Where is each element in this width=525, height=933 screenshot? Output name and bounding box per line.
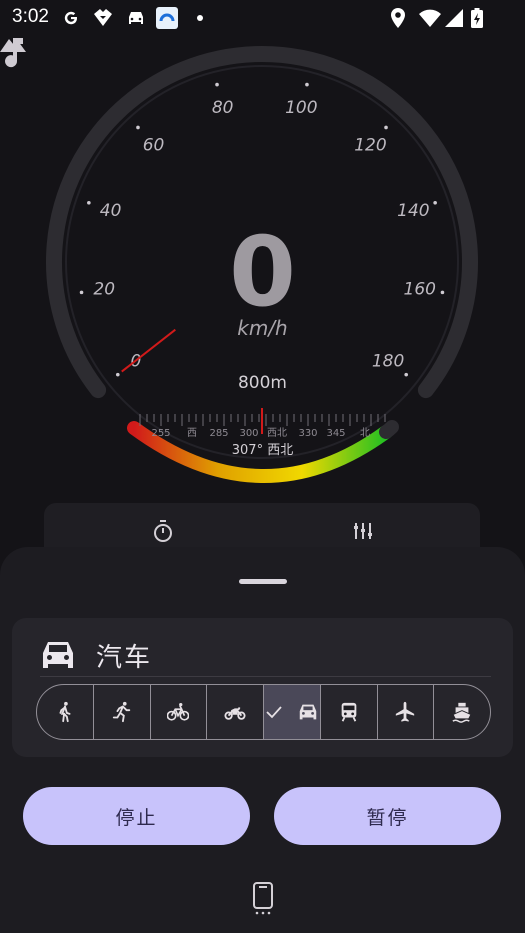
screen: 3:02 020406080100120140160180255西 bbox=[0, 0, 525, 933]
compass-label: 北 bbox=[360, 427, 370, 439]
status-bar: 3:02 bbox=[0, 0, 525, 36]
speed-unit: km/h bbox=[237, 316, 288, 340]
speed-tick-dot bbox=[215, 82, 219, 87]
mode-walk[interactable] bbox=[37, 685, 94, 739]
phone-icon[interactable] bbox=[252, 882, 274, 916]
selected-mode-label: 汽车 bbox=[96, 642, 153, 673]
speedometer: 020406080100120140160180255西285300西北3303… bbox=[0, 36, 525, 506]
dot-icon bbox=[196, 8, 204, 28]
car-icon bbox=[125, 8, 147, 28]
mode-airplane[interactable] bbox=[378, 685, 435, 739]
train-icon bbox=[341, 702, 356, 722]
speed-tick-label: 80 bbox=[212, 98, 234, 118]
transport-mode-selector bbox=[36, 684, 491, 740]
pause-button[interactable]: 暂停 bbox=[274, 787, 501, 845]
compass-label: 西 bbox=[187, 428, 197, 439]
wifi-icon bbox=[418, 8, 442, 28]
music-note-icon[interactable] bbox=[0, 36, 30, 70]
stop-button[interactable]: 停止 bbox=[23, 787, 250, 845]
compass-label: 300 bbox=[239, 428, 258, 439]
mode-bicycle[interactable] bbox=[151, 685, 208, 739]
app-icon bbox=[156, 7, 178, 29]
status-time: 3:02 bbox=[12, 6, 49, 27]
compass-label: 西北 bbox=[267, 427, 287, 439]
speed-value: 0 bbox=[229, 216, 296, 328]
walk-icon bbox=[59, 701, 71, 723]
speed-tick-dot bbox=[136, 125, 140, 130]
bottom-sheet: 汽车 停止 暂停 bbox=[0, 547, 525, 933]
google-g-icon bbox=[61, 8, 81, 28]
speed-tick-label: 180 bbox=[372, 352, 404, 372]
mode-title-row: 汽车 bbox=[40, 632, 152, 678]
speed-tick-label: 100 bbox=[285, 98, 317, 118]
battery-charging-icon bbox=[470, 8, 484, 28]
speed-tick-label: 140 bbox=[397, 201, 429, 221]
mode-car[interactable] bbox=[264, 685, 321, 739]
mode-train[interactable] bbox=[321, 685, 378, 739]
speed-tick-label: 120 bbox=[354, 135, 386, 155]
check-icon bbox=[266, 706, 282, 719]
speed-tick-dot bbox=[384, 125, 388, 130]
car-icon bbox=[43, 642, 73, 668]
mode-card: 汽车 bbox=[12, 618, 513, 757]
speed-tick-label: 60 bbox=[143, 135, 165, 155]
mode-boat[interactable] bbox=[434, 685, 490, 739]
drag-handle[interactable] bbox=[239, 579, 287, 584]
equalizer-icon[interactable] bbox=[351, 519, 375, 543]
altitude-value: 800m bbox=[237, 373, 287, 393]
airplane-icon bbox=[396, 701, 415, 722]
bicycle-icon bbox=[167, 703, 190, 721]
compass-label: 330 bbox=[298, 428, 317, 439]
speed-tick-dot bbox=[433, 200, 437, 205]
drive-icon bbox=[91, 8, 115, 28]
compass-label: 255 bbox=[151, 428, 170, 439]
compass-heading: 307° 西北 bbox=[231, 443, 294, 458]
mode-run[interactable] bbox=[94, 685, 151, 739]
run-icon bbox=[112, 701, 130, 723]
signal-icon bbox=[444, 8, 464, 28]
stopwatch-icon[interactable] bbox=[151, 519, 175, 543]
compass-label: 345 bbox=[326, 428, 345, 439]
mode-motorcycle[interactable] bbox=[207, 685, 264, 739]
location-icon bbox=[389, 8, 407, 28]
compass-label: 285 bbox=[209, 428, 228, 439]
motorcycle-icon bbox=[224, 707, 246, 720]
speed-tick-label: 40 bbox=[100, 201, 122, 221]
gradient-arc-end bbox=[379, 420, 399, 439]
divider bbox=[40, 676, 491, 677]
speed-tick-dot bbox=[87, 200, 91, 205]
boat-icon bbox=[452, 702, 471, 723]
speed-tick-dot bbox=[305, 82, 309, 87]
car-icon bbox=[299, 704, 317, 720]
